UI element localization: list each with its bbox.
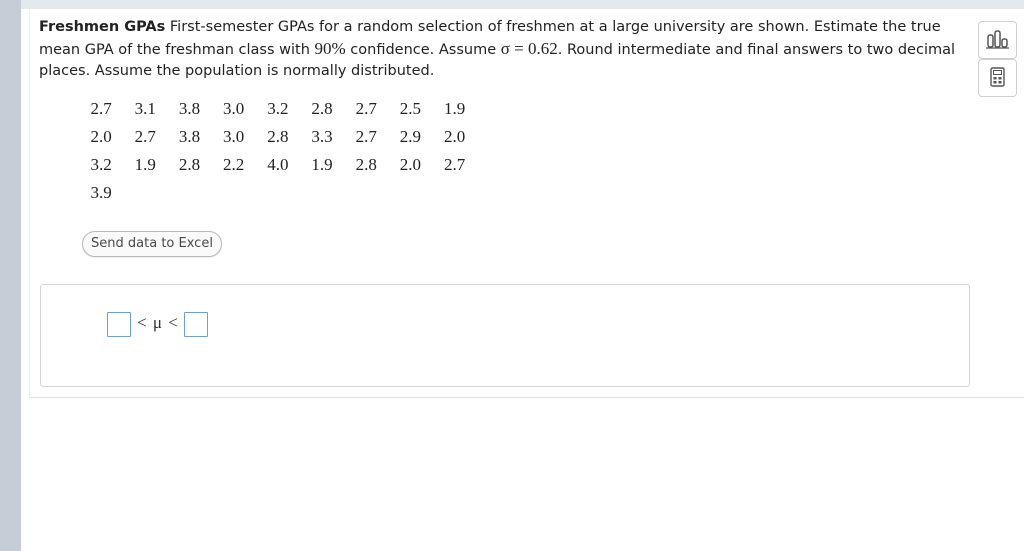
data-cell: 1.9 [443, 99, 466, 118]
data-row: 2.7 3.1 3.8 3.0 3.2 2.8 2.7 2.5 1.9 [79, 95, 477, 123]
confidence-level: 90% [314, 39, 346, 58]
data-cell: 2.5 [399, 99, 422, 118]
data-cell: 2.7 [355, 99, 377, 118]
data-row: 3.2 1.9 2.8 2.2 4.0 1.9 2.8 2.0 2.7 [79, 151, 477, 179]
data-cell: 3.8 [178, 99, 201, 118]
data-cell: 2.7 [443, 155, 466, 174]
sigma-expression: σ = 0.62 [500, 39, 558, 58]
question-text: Freshmen GPAs First-semester GPAs for a … [39, 17, 974, 82]
mu-inequality: < μ < [137, 313, 179, 332]
data-cell: 2.8 [311, 99, 333, 118]
data-cell: 2.7 [90, 99, 112, 118]
data-cell: 3.1 [134, 99, 156, 118]
data-cell: 2.0 [399, 155, 422, 174]
gpa-data-body: 2.7 3.1 3.8 3.0 3.2 2.8 2.7 2.5 1.9 2.0 2.7 3.8 3.0 2… [79, 95, 477, 207]
top-strip [21, 0, 1024, 9]
data-cell: 1.9 [134, 155, 156, 174]
data-cell: 2.7 [355, 127, 377, 146]
data-cell: 2.8 [355, 155, 377, 174]
left-rail [0, 0, 21, 551]
upper-bound-input[interactable] [184, 312, 208, 337]
data-cell: 2.9 [399, 127, 422, 146]
data-cell: 3.0 [223, 127, 245, 146]
data-cell: 2.2 [223, 155, 245, 174]
question-text-part2: confidence. Assume [345, 42, 501, 58]
data-row: 3.9 [79, 179, 477, 207]
lower-bound-input[interactable] [107, 312, 131, 337]
data-cell: 2.8 [267, 127, 289, 146]
data-cell: 3.2 [267, 99, 289, 118]
bar-chart-tool-button[interactable] [978, 21, 1017, 59]
data-cell: 3.0 [223, 99, 245, 118]
data-cell: 3.2 [90, 155, 112, 174]
data-cell: 2.7 [134, 127, 156, 146]
data-cell: 2.0 [90, 127, 112, 146]
data-cell: 3.9 [90, 183, 112, 202]
gpa-data-table: 2.7 3.1 3.8 3.0 3.2 2.8 2.7 2.5 1.9 2.0 2.7 3.8 3.0 2… [79, 95, 477, 207]
data-cell: 4.0 [267, 155, 289, 174]
question-title: Freshmen GPAs [39, 19, 166, 35]
data-cell: 2.0 [443, 127, 466, 146]
data-cell: 3.3 [311, 127, 333, 146]
data-cell: 1.9 [311, 155, 333, 174]
calculator-icon [990, 67, 1005, 87]
bar-chart-icon [986, 30, 1009, 49]
send-to-excel-button[interactable]: Send data to Excel [82, 231, 222, 257]
data-cell: 2.8 [178, 155, 201, 174]
data-cell: 3.8 [178, 127, 201, 146]
data-row: 2.0 2.7 3.8 3.0 2.8 3.3 2.7 2.9 2.0 [79, 123, 477, 151]
answer-area [40, 284, 970, 387]
calculator-tool-button[interactable] [978, 59, 1017, 97]
